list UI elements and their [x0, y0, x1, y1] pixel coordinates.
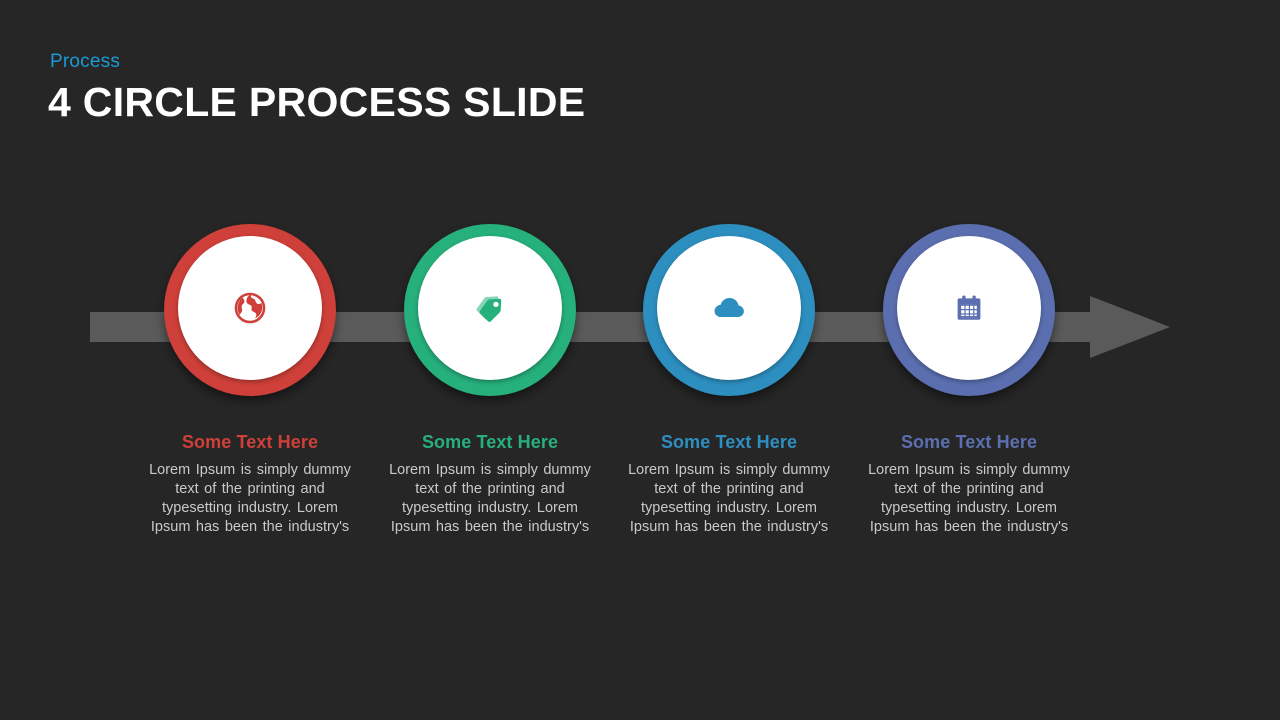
step-ring-inner-4: [897, 236, 1041, 380]
step-ring-1: [164, 224, 336, 396]
tags-icon: [470, 288, 510, 328]
slide-canvas: Process 4 CIRCLE PROCESS SLIDE Some Text…: [0, 0, 1280, 720]
step-ring-2: [404, 224, 576, 396]
process-step-circle-2[interactable]: [404, 224, 576, 396]
step-heading-1: Some Text Here: [181, 432, 319, 452]
process-step-text-2: Some Text Here Lorem Ipsum is simply dum…: [377, 432, 603, 537]
page-title: 4 CIRCLE PROCESS SLIDE: [48, 78, 586, 125]
step-ring-inner-2: [418, 236, 562, 380]
step-body-4: Lorem Ipsum is simply dummy text of the …: [868, 461, 1070, 535]
process-step-text-1: Some Text Here Lorem Ipsum is simply dum…: [137, 432, 363, 537]
process-step-circle-4[interactable]: [883, 224, 1055, 396]
process-descriptions: Some Text Here Lorem Ipsum is simply dum…: [0, 432, 1280, 572]
globe-icon: [230, 288, 270, 328]
step-heading-2: Some Text Here: [421, 432, 559, 452]
step-heading-4: Some Text Here: [900, 432, 1038, 452]
step-ring-4: [883, 224, 1055, 396]
calendar-icon: [949, 288, 989, 328]
step-body-1: Lorem Ipsum is simply dummy text of the …: [149, 461, 351, 535]
slide-header: Process 4 CIRCLE PROCESS SLIDE: [48, 51, 586, 126]
step-body-2: Lorem Ipsum is simply dummy text of the …: [389, 461, 591, 535]
process-step-circle-1[interactable]: [164, 224, 336, 396]
cloud-icon: [709, 288, 749, 328]
step-body-3: Lorem Ipsum is simply dummy text of the …: [628, 461, 830, 535]
step-ring-inner-3: [657, 236, 801, 380]
eyebrow-label: Process: [50, 51, 121, 72]
process-step-text-3: Some Text Here Lorem Ipsum is simply dum…: [616, 432, 842, 537]
step-heading-3: Some Text Here: [660, 432, 798, 452]
process-circles: [0, 224, 1280, 400]
process-step-text-4: Some Text Here Lorem Ipsum is simply dum…: [856, 432, 1082, 537]
process-step-circle-3[interactable]: [643, 224, 815, 396]
step-ring-3: [643, 224, 815, 396]
step-ring-inner-1: [178, 236, 322, 380]
